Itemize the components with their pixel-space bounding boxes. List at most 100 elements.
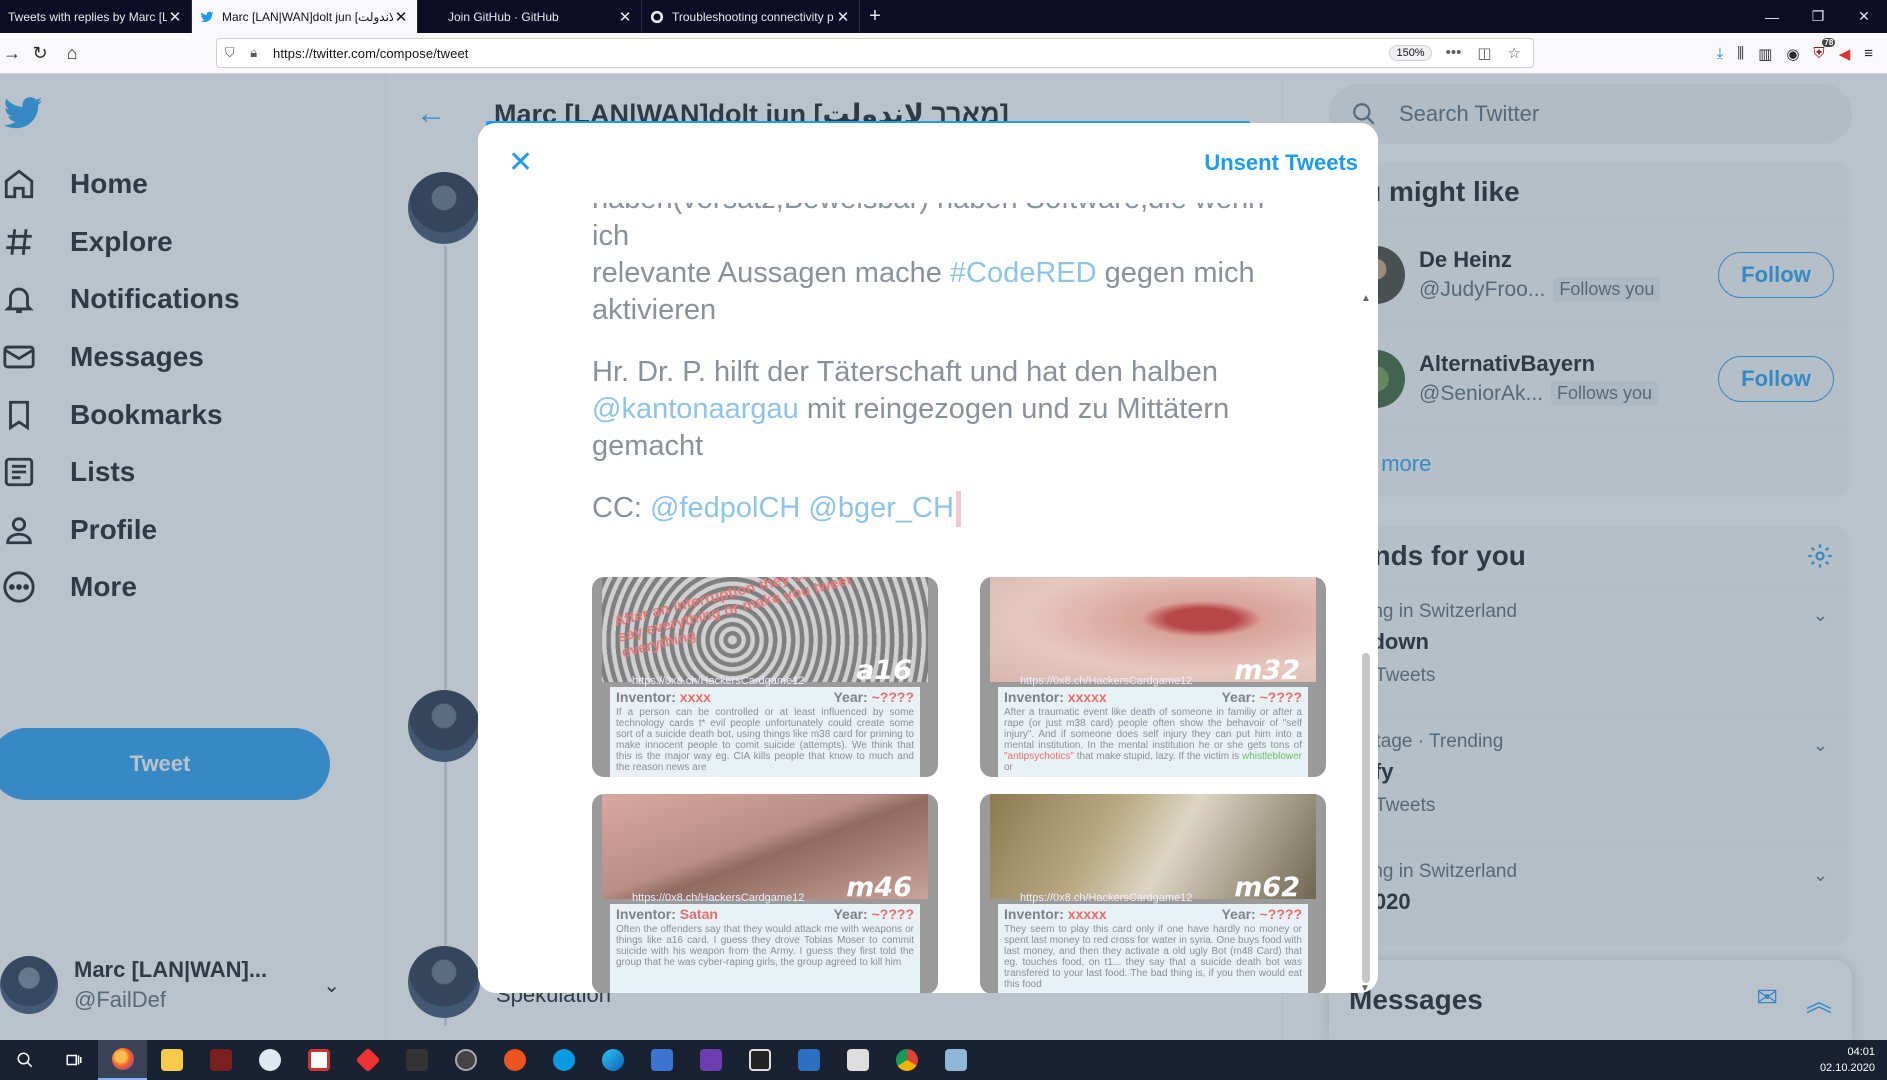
tab-troubleshooting[interactable]: Troubleshooting connectivity p ✕ [642,0,860,33]
modal-header: ✕ Unsent Tweets [478,123,1378,203]
year-value: ~???? [1259,689,1302,705]
app-icon[interactable] [441,1040,490,1080]
restore-icon[interactable]: ❐ [1795,0,1841,33]
inventor-value: xxxxx [1067,689,1107,705]
modal-scrollbar[interactable]: ▲ ▼ [1360,293,1372,993]
url-bar[interactable]: ⛉ 🔒︎ https://twitter.com/compose/tweet 15… [216,38,1534,68]
card-code: m46 [846,872,912,903]
app-icon[interactable] [735,1040,784,1080]
pocket-icon[interactable]: ◫ [1477,44,1491,62]
hashtag-link[interactable]: #CodeRED [950,257,1097,289]
lock-icon[interactable]: 🔒︎ [250,45,257,61]
more-actions-icon[interactable]: ••• [1446,44,1462,62]
tab-compose-tweet[interactable]: Marc [LAN|WAN]dolt jun [لاندولت ✕ [192,0,418,33]
new-tab-button[interactable]: + [860,0,890,33]
github-icon [426,10,440,24]
library-icon[interactable]: ⫼ [1737,45,1744,62]
scroll-up-icon[interactable]: ▲ [1360,293,1372,304]
close-tab-icon[interactable]: ✕ [393,8,409,26]
sidebar-icon[interactable]: ▥ [1758,45,1772,63]
tab-title: Marc [LAN|WAN]dolt jun [لاندولت [222,9,393,24]
app-icon[interactable] [294,1040,343,1080]
card-code: m32 [1234,655,1300,686]
app-icon[interactable] [833,1040,882,1080]
twitter-bird-icon [200,10,214,24]
app-icon[interactable] [784,1040,833,1080]
compose-line: CC: @fedpolCH @bger_CH [592,490,1292,528]
tab-tweets-with-replies[interactable]: Tweets with replies by Marc [LAN|WAN]dol… [0,0,192,33]
close-tab-icon[interactable]: ✕ [617,8,633,26]
windows-taskbar: 04:01 02.10.2020 [0,1040,1887,1080]
year-value: ~???? [871,906,914,922]
scroll-down-icon[interactable]: ▼ [1360,983,1370,993]
mention-link[interactable]: @fedpolCH [650,492,800,524]
ableton-live-icon[interactable] [392,1040,441,1080]
app-icon[interactable] [245,1040,294,1080]
tab-title: Troubleshooting connectivity p [672,9,834,24]
ublock-icon[interactable]: ⛨ 78 [1813,38,1836,62]
scrollbar-thumb[interactable] [1362,653,1370,983]
clock-date: 02.10.2020 [1819,1062,1875,1074]
extension-icon[interactable]: ◀ [1839,45,1851,63]
attached-image[interactable]: After an interruption they can make you … [592,577,938,777]
skype-icon[interactable] [539,1040,588,1080]
card-code: m62 [1234,872,1300,903]
compose-line: @kantonaargau mit reingezogen und zu Mit… [592,391,1292,428]
inventor-value: xxxxx [1067,906,1107,922]
file-explorer-icon[interactable] [147,1040,196,1080]
download-icon[interactable]: ⤓ [1717,45,1724,62]
reload-icon[interactable]: ↻ [24,37,56,69]
firefox-icon[interactable] [98,1040,147,1080]
tweet-compose-text[interactable]: haben(vorsatz,Beweisbar) haben Software,… [592,203,1292,528]
mention-link[interactable]: @bger_CH [808,492,954,524]
compose-text: mit reingezogen und zu Mittätern [798,393,1230,425]
tab-join-github[interactable]: Join GitHub · GitHub ✕ [418,0,642,33]
tab-title: Join GitHub · GitHub [448,9,559,24]
home-icon[interactable]: ⌂ [56,37,88,69]
mention-link[interactable]: @kantonaargau [592,393,799,425]
attached-image[interactable]: m46 https://0x8.ch/HackersCardgame12 Inv… [592,794,938,993]
card-description: Often the offenders say that they would … [616,924,914,968]
app-icon[interactable] [637,1040,686,1080]
url-text[interactable]: https://twitter.com/compose/tweet [265,46,1389,61]
compose-line: gemacht [592,430,704,462]
task-view-icon[interactable] [49,1040,98,1080]
card-description-text: that make stupid, lazy. If the victim is [1073,751,1242,762]
attached-image[interactable]: m32 https://0x8.ch/HackersCardgame12 Inv… [980,577,1326,777]
card-description-text: After a traumatic event like death of so… [1004,707,1302,751]
menu-icon[interactable]: ≡ [1864,45,1873,62]
inventor-label: Inventor: [1004,906,1064,922]
minimize-icon[interactable]: — [1749,0,1795,33]
inventor-value: Satan [679,906,718,922]
system-clock[interactable]: 04:01 02.10.2020 [1820,1044,1875,1076]
close-icon[interactable]: ✕ [508,148,533,178]
close-tab-icon[interactable]: ✕ [835,8,851,26]
app-icon[interactable] [931,1040,980,1080]
shield-icon[interactable]: ⛉ [225,45,235,61]
edge-icon[interactable] [588,1040,637,1080]
compose-body[interactable]: haben(vorsatz,Beweisbar) haben Software,… [478,203,1378,993]
forward-icon[interactable]: → [0,37,24,69]
search-icon[interactable] [0,1040,49,1080]
clock-time: 04:01 [1847,1046,1875,1058]
app-icon[interactable] [343,1040,392,1080]
attached-image[interactable]: m62 https://0x8.ch/HackersCardgame12 Inv… [980,794,1326,993]
card-highlight: "antipsychotics" [1004,751,1074,762]
close-tab-icon[interactable]: ✕ [167,8,183,26]
card-description: After a traumatic event like death of so… [1004,707,1302,773]
year-label: Year: [1221,906,1256,922]
year-label: Year: [833,689,868,705]
close-window-icon[interactable]: ✕ [1841,0,1887,33]
account-icon[interactable]: ◉ [1786,45,1799,63]
app-icon[interactable] [686,1040,735,1080]
bookmark-star-icon[interactable]: ☆ [1508,44,1521,62]
zoom-level[interactable]: 150% [1389,45,1432,61]
inventor-value: xxxx [679,689,711,705]
tab-title: Tweets with replies by Marc [LAN|WAN]dol… [8,9,167,24]
chrome-icon[interactable] [882,1040,931,1080]
ubuntu-icon[interactable] [490,1040,539,1080]
year-label: Year: [833,906,868,922]
unsent-tweets-button[interactable]: Unsent Tweets [1204,150,1358,176]
card-url: https://0x8.ch/HackersCardgame12 [632,675,805,687]
voice-meeter-icon[interactable] [196,1040,245,1080]
